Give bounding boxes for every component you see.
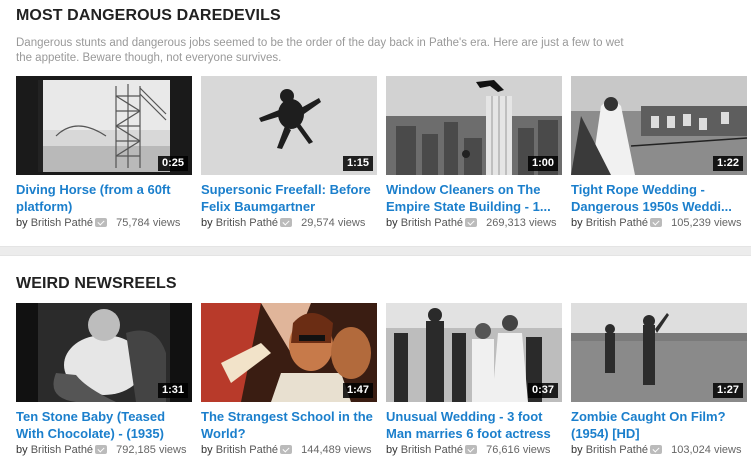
video-card: 1:27 Zombie Caught On Film? (1954) [HD] … xyxy=(571,303,747,457)
shelf-title[interactable]: MOST DANGEROUS DAREDEVILS xyxy=(16,7,281,25)
video-duration: 1:15 xyxy=(342,156,373,171)
verified-check-icon xyxy=(280,445,293,454)
video-thumbnail[interactable]: 1:00 xyxy=(386,76,562,175)
verified-check-icon xyxy=(650,218,663,227)
video-meta: by British Pathé 144,489 views xyxy=(201,443,377,457)
video-duration: 1:00 xyxy=(527,156,558,171)
view-count: 105,239 views xyxy=(671,217,742,229)
video-meta: by British Pathé 29,574 views xyxy=(201,216,377,230)
verified-check-icon xyxy=(465,445,478,454)
video-meta: by British Pathé 269,313 views xyxy=(386,216,562,230)
video-thumbnail[interactable]: 1:47 xyxy=(201,303,377,402)
video-thumbnail[interactable]: 0:37 xyxy=(386,303,562,402)
video-thumbnail[interactable]: 1:22 xyxy=(571,76,747,175)
by-label: by xyxy=(386,217,398,229)
by-label: by xyxy=(571,444,583,456)
video-duration: 1:47 xyxy=(342,383,373,398)
video-thumbnail[interactable]: 0:25 xyxy=(16,76,192,175)
video-card: 1:22 Tight Rope Wedding - Dangerous 1950… xyxy=(571,76,747,230)
by-label: by xyxy=(16,217,28,229)
video-duration: 0:25 xyxy=(157,156,188,171)
view-count: 29,574 views xyxy=(301,217,366,229)
video-card: 1:31 Ten Stone Baby (Teased With Chocola… xyxy=(16,303,192,457)
video-title-link[interactable]: Supersonic Freefall: Before Felix Baumga… xyxy=(201,181,377,215)
video-meta: by British Pathé 792,185 views xyxy=(16,443,192,457)
channel-link[interactable]: British Pathé xyxy=(401,444,463,456)
video-duration: 1:22 xyxy=(712,156,743,171)
verified-check-icon xyxy=(650,445,663,454)
shelf-title[interactable]: WEIRD NEWSREELS xyxy=(16,275,177,293)
video-thumbnail[interactable]: 1:31 xyxy=(16,303,192,402)
channel-link[interactable]: British Pathé xyxy=(216,444,278,456)
view-count: 792,185 views xyxy=(116,444,187,456)
by-label: by xyxy=(201,217,213,229)
by-label: by xyxy=(16,444,28,456)
video-title-link[interactable]: The Strangest School in the World? xyxy=(201,408,377,442)
channel-link[interactable]: British Pathé xyxy=(586,217,648,229)
shelf-most-dangerous-daredevils: MOST DANGEROUS DAREDEVILS Dangerous stun… xyxy=(0,0,751,246)
video-title-link[interactable]: Ten Stone Baby (Teased With Chocolate) -… xyxy=(16,408,192,442)
verified-check-icon xyxy=(465,218,478,227)
video-meta: by British Pathé 105,239 views xyxy=(571,216,747,230)
video-card: 1:15 Supersonic Freefall: Before Felix B… xyxy=(201,76,377,230)
view-count: 144,489 views xyxy=(301,444,372,456)
verified-check-icon xyxy=(280,218,293,227)
video-meta: by British Pathé 76,616 views xyxy=(386,443,562,457)
video-duration: 1:31 xyxy=(157,383,188,398)
video-card: 0:37 Unusual Wedding - 3 foot Man marrie… xyxy=(386,303,562,457)
verified-check-icon xyxy=(95,445,108,454)
by-label: by xyxy=(571,217,583,229)
video-title-link[interactable]: Unusual Wedding - 3 foot Man marries 6 f… xyxy=(386,408,562,442)
video-title-link[interactable]: Zombie Caught On Film? (1954) [HD] xyxy=(571,408,747,442)
video-thumbnail[interactable]: 1:15 xyxy=(201,76,377,175)
video-duration: 1:27 xyxy=(712,383,743,398)
video-thumbnail[interactable]: 1:27 xyxy=(571,303,747,402)
channel-link[interactable]: British Pathé xyxy=(586,444,648,456)
channel-link[interactable]: British Pathé xyxy=(216,217,278,229)
video-title-link[interactable]: Diving Horse (from a 60ft platform) xyxy=(16,181,192,215)
view-count: 269,313 views xyxy=(486,217,557,229)
shelf-divider xyxy=(0,246,751,256)
channel-link[interactable]: British Pathé xyxy=(31,444,93,456)
channel-link[interactable]: British Pathé xyxy=(31,217,93,229)
view-count: 103,024 views xyxy=(671,444,742,456)
view-count: 75,784 views xyxy=(116,217,181,229)
channel-link[interactable]: British Pathé xyxy=(401,217,463,229)
shelf-description: Dangerous stunts and dangerous jobs seem… xyxy=(16,37,624,64)
by-label: by xyxy=(386,444,398,456)
video-card: 1:00 Window Cleaners on The Empire State… xyxy=(386,76,562,230)
video-title-link[interactable]: Tight Rope Wedding - Dangerous 1950s Wed… xyxy=(571,181,747,215)
shelf-weird-newsreels: WEIRD NEWSREELS 1:31 Ten Stone Baby (Tea… xyxy=(0,256,751,461)
video-meta: by British Pathé 75,784 views xyxy=(16,216,192,230)
video-card: 1:47 The Strangest School in the World? … xyxy=(201,303,377,457)
video-card: 0:25 Diving Horse (from a 60ft platform)… xyxy=(16,76,192,230)
by-label: by xyxy=(201,444,213,456)
video-title-link[interactable]: Window Cleaners on The Empire State Buil… xyxy=(386,181,562,215)
video-meta: by British Pathé 103,024 views xyxy=(571,443,747,457)
video-duration: 0:37 xyxy=(527,383,558,398)
view-count: 76,616 views xyxy=(486,444,551,456)
verified-check-icon xyxy=(95,218,108,227)
